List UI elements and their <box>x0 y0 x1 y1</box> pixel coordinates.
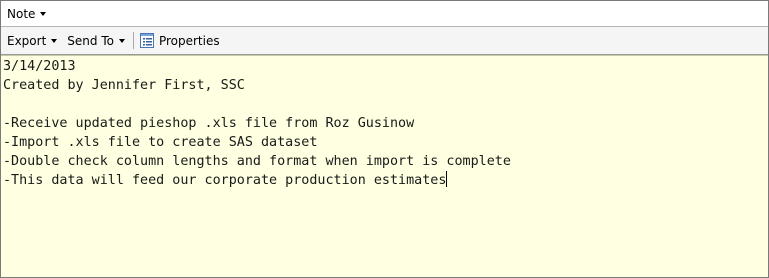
note-line-item: -Import .xls file to create SAS dataset <box>3 135 318 150</box>
note-line-item: -Double check column lengths and format … <box>3 154 511 169</box>
export-label: Export <box>7 33 47 48</box>
note-line-item: -Receive updated pieshop .xls file from … <box>3 116 415 131</box>
properties-icon <box>139 33 154 48</box>
send-to-label: Send To <box>67 33 114 48</box>
export-menu-button[interactable]: Export <box>7 33 58 48</box>
note-text-area[interactable]: 3/14/2013 Created by Jennifer First, SSC… <box>1 55 768 277</box>
note-menu-label: Note <box>7 6 36 21</box>
note-toolbar: Export Send To Properties <box>1 27 768 55</box>
note-window: Note Export Send To Properties 3/14/2013… <box>0 0 769 278</box>
properties-label: Properties <box>158 33 220 48</box>
note-line-date: 3/14/2013 <box>3 59 76 74</box>
note-line-last-text: -This data will feed our corporate produ… <box>3 173 447 188</box>
chevron-down-icon <box>118 39 125 43</box>
properties-button[interactable]: Properties <box>139 33 220 48</box>
note-line-item-last: -This data will feed our corporate produ… <box>3 171 768 190</box>
toolbar-separator <box>132 32 134 49</box>
send-to-menu-button[interactable]: Send To <box>67 34 125 48</box>
note-header: Note <box>1 1 768 27</box>
chevron-down-icon <box>40 12 47 16</box>
note-line-author: Created by Jennifer First, SSC <box>3 78 245 93</box>
note-line-blank <box>3 95 768 114</box>
note-menu-button[interactable]: Note <box>7 6 47 21</box>
chevron-down-icon <box>51 39 58 43</box>
text-cursor <box>446 171 448 187</box>
